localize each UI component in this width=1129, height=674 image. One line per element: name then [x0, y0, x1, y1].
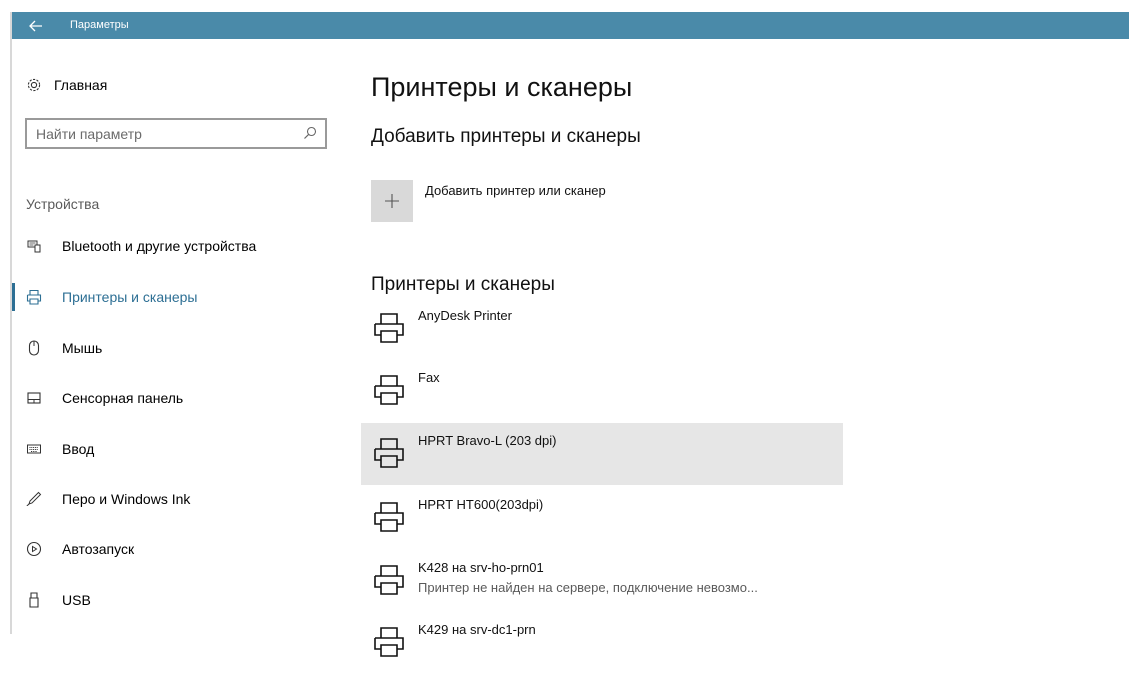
printer-icon — [374, 627, 404, 657]
sidebar-item-pen[interactable]: Перо и Windows Ink — [26, 487, 190, 511]
sidebar-item-printers[interactable]: Принтеры и сканеры — [26, 285, 197, 309]
printer-icon — [374, 565, 404, 595]
page-title: Принтеры и сканеры — [371, 72, 633, 102]
sidebar-item-label: Ввод — [62, 441, 95, 457]
printer-name: HPRT Bravo-L (203 dpi) — [418, 433, 557, 448]
printer-item[interactable]: K429 на srv-dc1-prn — [361, 612, 843, 674]
printer-item-selected[interactable]: HPRT Bravo-L (203 dpi) — [361, 423, 843, 485]
printer-icon — [374, 313, 404, 343]
printer-name: Fax — [418, 370, 440, 385]
sidebar-item-usb[interactable]: USB — [26, 588, 91, 612]
sidebar-item-label: USB — [62, 592, 91, 608]
keyboard-icon — [26, 441, 42, 457]
printer-item[interactable]: AnyDesk Printer — [361, 298, 843, 360]
printer-icon — [374, 502, 404, 532]
printer-icon — [26, 289, 42, 305]
sidebar-item-label: Сенсорная панель — [62, 390, 184, 406]
gear-icon — [27, 78, 41, 92]
printer-name: K428 на srv-ho-prn01 — [418, 560, 544, 575]
add-printer-label[interactable]: Добавить принтер или сканер — [425, 183, 606, 198]
home-label: Главная — [54, 77, 108, 93]
sidebar-item-label: Принтеры и сканеры — [62, 289, 198, 305]
printer-name: HPRT HT600(203dpi) — [418, 497, 544, 512]
sidebar-item-bluetooth[interactable]: Bluetooth и другие устройства — [26, 234, 256, 258]
printer-name: K429 на srv-dc1-prn — [418, 622, 536, 637]
sidebar-item-label: Мышь — [62, 340, 103, 356]
add-printer-button[interactable] — [371, 180, 413, 222]
back-button[interactable] — [12, 12, 60, 39]
pen-icon — [26, 491, 42, 507]
plus-icon — [385, 194, 399, 208]
bluetooth-devices-icon — [26, 238, 42, 254]
printer-icon — [374, 375, 404, 405]
sidebar-home[interactable]: Главная — [26, 74, 107, 96]
sidebar-item-label: Автозапуск — [62, 541, 135, 557]
active-indicator — [12, 283, 15, 311]
search-placeholder: Найти параметр — [36, 126, 142, 142]
printers-list-heading: Принтеры и сканеры — [371, 274, 555, 295]
mouse-icon — [26, 340, 42, 356]
sidebar-item-mouse[interactable]: Мышь — [26, 336, 102, 360]
sidebar-item-label: Перо и Windows Ink — [62, 491, 191, 507]
sidebar-item-touchpad[interactable]: Сенсорная панель — [26, 386, 183, 410]
sidebar-item-label: Bluetooth и другие устройства — [62, 238, 257, 254]
printer-name: AnyDesk Printer — [418, 308, 512, 323]
sidebar-item-typing[interactable]: Ввод — [26, 437, 94, 461]
window-title: Параметры — [70, 19, 129, 31]
printer-item[interactable]: Fax — [361, 360, 843, 422]
search-input[interactable]: Найти параметр — [25, 118, 327, 149]
printer-status: Принтер не найден на сервере, подключени… — [418, 580, 758, 595]
search-icon[interactable] — [303, 126, 317, 140]
usb-icon — [26, 592, 42, 608]
back-arrow-icon — [29, 20, 42, 31]
printer-item[interactable]: HPRT HT600(203dpi) — [361, 487, 843, 549]
section-devices-label: Устройства — [26, 196, 100, 212]
autoplay-icon — [26, 541, 42, 557]
window-edge — [10, 12, 12, 634]
touchpad-icon — [26, 390, 42, 406]
add-printers-heading: Добавить принтеры и сканеры — [371, 126, 641, 147]
title-bar: Параметры — [12, 12, 1129, 39]
sidebar-item-autoplay[interactable]: Автозапуск — [26, 537, 134, 561]
printer-icon — [374, 438, 404, 468]
printer-item[interactable]: K428 на srv-ho-prn01 Принтер не найден н… — [361, 550, 843, 612]
